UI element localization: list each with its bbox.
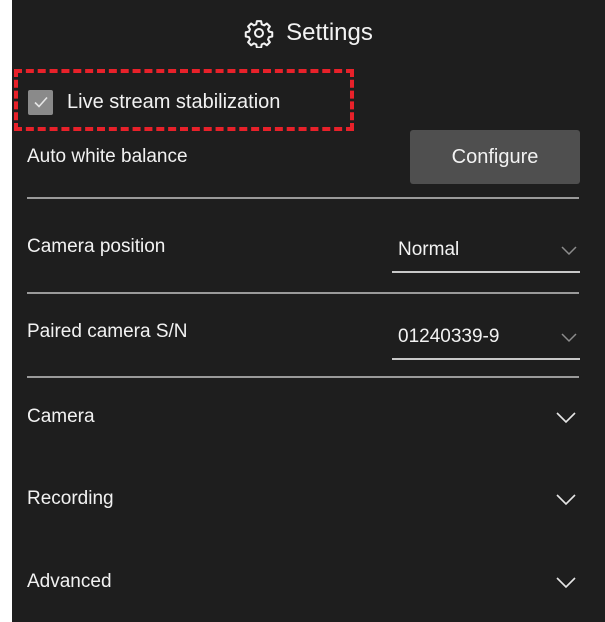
paired-camera-select[interactable]: 01240339-9 <box>392 316 580 360</box>
checkbox-box[interactable] <box>28 89 53 115</box>
chevron-down-icon[interactable] <box>553 569 579 595</box>
section-label: Camera <box>27 406 95 427</box>
chevron-down-icon[interactable] <box>553 404 579 430</box>
settings-header: Settings <box>12 0 605 66</box>
paired-camera-value: 01240339-9 <box>398 326 500 347</box>
live-stream-stabilization-checkbox[interactable]: Live stream stabilization <box>28 86 280 118</box>
checkmark-icon <box>33 96 48 108</box>
divider <box>27 197 579 199</box>
chevron-down-icon[interactable] <box>553 486 579 512</box>
divider <box>27 376 579 378</box>
section-advanced[interactable]: Advanced <box>27 558 579 606</box>
camera-position-select[interactable]: Normal <box>392 229 580 273</box>
camera-position-label: Camera position <box>27 236 166 257</box>
auto-white-balance-label: Auto white balance <box>27 146 188 167</box>
divider <box>27 292 579 294</box>
chevron-down-icon <box>558 326 580 348</box>
configure-button[interactable]: Configure <box>410 130 580 184</box>
settings-panel: Settings Live stream stabilization Auto … <box>12 0 605 622</box>
camera-position-value: Normal <box>398 239 460 260</box>
chevron-down-icon <box>558 239 580 261</box>
section-label: Recording <box>27 488 114 509</box>
page-title: Settings <box>286 19 373 46</box>
gear-icon <box>244 18 274 48</box>
section-recording[interactable]: Recording <box>27 475 579 523</box>
section-camera[interactable]: Camera <box>27 393 579 441</box>
section-label: Advanced <box>27 571 112 592</box>
paired-camera-label: Paired camera S/N <box>27 321 188 342</box>
checkbox-label: Live stream stabilization <box>67 90 281 113</box>
